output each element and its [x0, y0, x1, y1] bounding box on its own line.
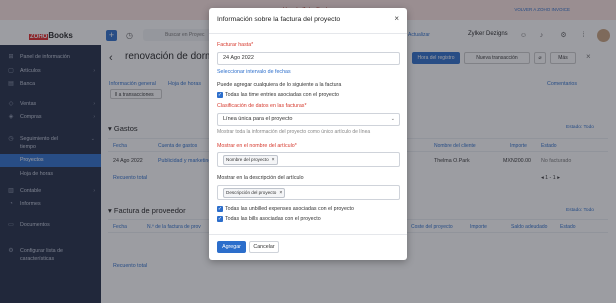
tag-label: Nombre del proyecto [226, 157, 269, 162]
project-invoice-dialog: Información sobre la factura del proyect… [209, 8, 407, 260]
item-name-multiselect[interactable]: Nombre del proyecto × [217, 152, 400, 167]
add-options-label: Puede agregar cualquiera de lo siguiente… [217, 82, 342, 88]
remove-tag-icon[interactable]: × [272, 157, 275, 163]
item-description-multiselect[interactable]: Descripción del proyecto × [217, 185, 400, 200]
unbilled-expenses-checkbox[interactable]: ✓ [217, 206, 223, 212]
dialog-title: Información sobre la factura del proyect… [217, 16, 341, 23]
close-icon[interactable]: × [394, 15, 399, 23]
classification-select[interactable]: Línea única para el proyecto ⌄ [217, 113, 400, 126]
unbilled-expenses-label: Todas las unbilled expenses asociadas co… [225, 206, 354, 212]
tag-label: Descripción del proyecto [226, 190, 277, 195]
item-desc-tag: Descripción del proyecto × [223, 188, 286, 198]
classification-label: Clasificación de datos en las facturas* [217, 103, 307, 109]
show-item-desc-label: Mostrar en la descripción del artículo [217, 175, 304, 181]
dialog-footer-divider [209, 234, 407, 235]
time-entries-checkbox[interactable]: ✓ [217, 92, 223, 98]
remove-tag-icon[interactable]: × [279, 190, 282, 196]
select-date-range-link[interactable]: Seleccionar intervalo de fechas [217, 69, 291, 75]
add-button[interactable]: Agregar [217, 241, 246, 253]
time-entries-label: Todas las time entries asociadas con el … [225, 92, 339, 98]
item-name-tag: Nombre del proyecto × [223, 155, 278, 165]
bills-label: Todas las bills asociadas con el proyect… [225, 216, 321, 222]
classification-value: Línea única para el proyecto [223, 116, 293, 122]
classification-hint: Mostrar toda la información del proyecto… [217, 129, 371, 135]
cancel-button[interactable]: Cancelar [249, 241, 279, 253]
bill-to-label: Facturar hasta* [217, 42, 254, 48]
bills-checkbox[interactable]: ✓ [217, 216, 223, 222]
bill-to-date-field[interactable]: 24 Ago 2022 [217, 52, 400, 65]
show-item-name-label: Mostrar en el nombre del artículo* [217, 143, 297, 149]
chevron-down-icon: ⌄ [390, 116, 395, 122]
